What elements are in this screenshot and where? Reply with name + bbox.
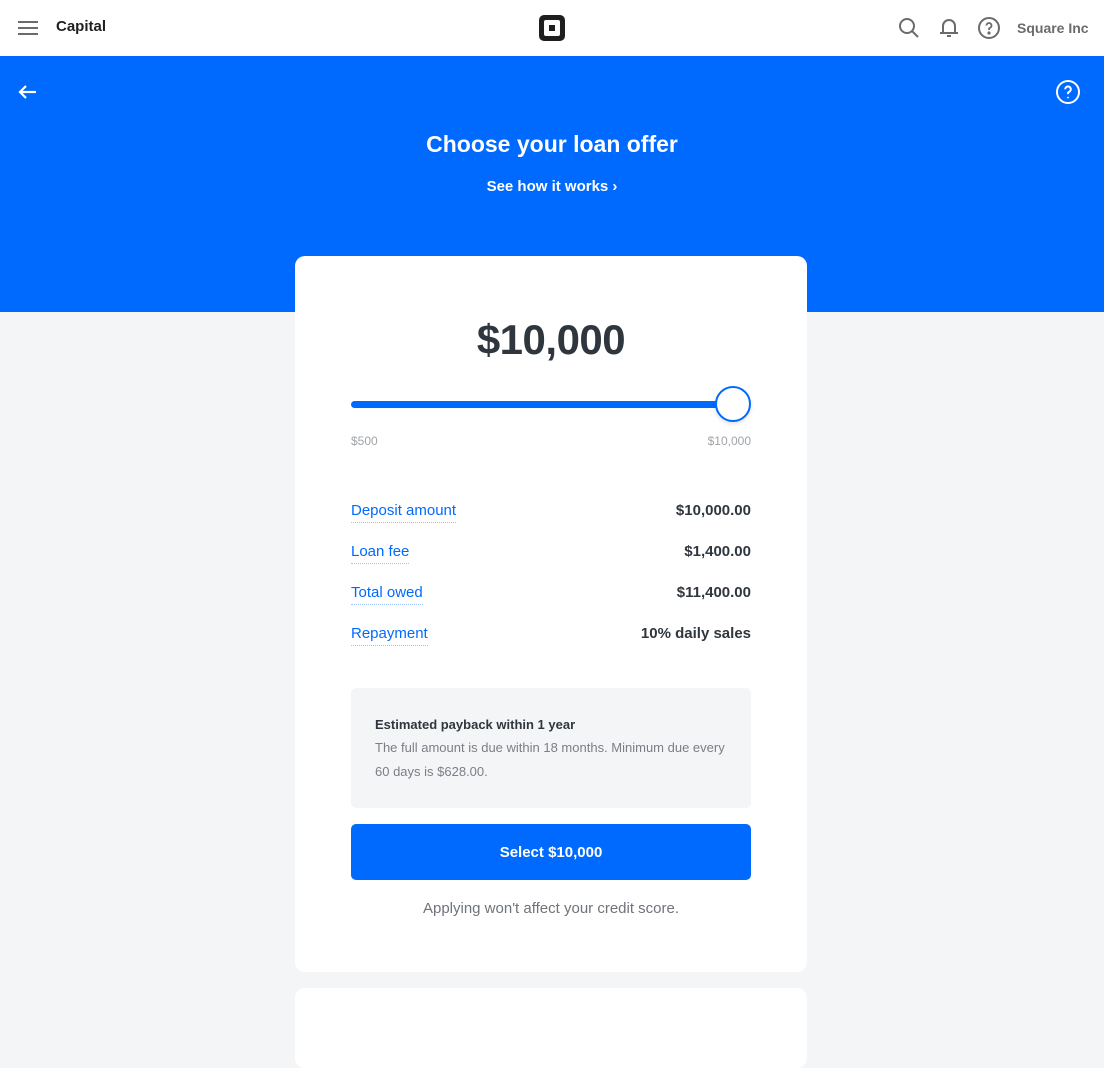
see-how-it-works-link[interactable]: See how it works › xyxy=(0,178,1104,195)
amount-slider[interactable] xyxy=(351,386,751,422)
help-icon[interactable] xyxy=(977,16,1001,40)
credit-score-disclaimer: Applying won't affect your credit score. xyxy=(422,900,680,917)
repayment-value: 10% daily sales xyxy=(640,625,751,642)
detail-row-deposit-amount: Deposit amount $10,000.00 xyxy=(351,502,751,543)
select-offer-button[interactable]: Select $10,000 xyxy=(351,824,751,880)
page-title: Choose your loan offer xyxy=(426,131,678,157)
detail-row-loan-fee: Loan fee $1,400.00 xyxy=(351,543,751,584)
hamburger-line xyxy=(18,27,38,29)
detail-row-total-owed: Total owed $11,400.00 xyxy=(351,584,751,625)
search-icon[interactable] xyxy=(897,16,921,40)
bell-icon[interactable] xyxy=(937,16,961,40)
loan-offer-card: $10,000 $500 $10,000 Deposit amount $10,… xyxy=(295,256,807,972)
hamburger-line xyxy=(18,21,38,23)
slider-thumb[interactable] xyxy=(715,386,751,422)
deposit-amount-label[interactable]: Deposit amount xyxy=(351,502,457,523)
payback-info-body: The full amount is due within 18 months.… xyxy=(375,740,725,779)
selected-amount: $10,000 xyxy=(476,316,626,363)
hamburger-line xyxy=(18,33,38,35)
detail-row-repayment: Repayment 10% daily sales xyxy=(351,625,751,666)
hamburger-menu-icon[interactable] xyxy=(18,20,38,36)
arrow-left-icon[interactable] xyxy=(16,80,40,104)
total-owed-value: $11,400.00 xyxy=(676,584,751,601)
account-name[interactable]: Square Inc xyxy=(1017,20,1089,36)
slider-track-fill xyxy=(351,401,733,408)
top-nav-bar: Capital Square Inc xyxy=(0,0,1104,56)
app-title: Capital xyxy=(56,18,107,35)
total-owed-label[interactable]: Total owed xyxy=(351,584,423,605)
loan-fee-value: $1,400.00 xyxy=(684,543,751,560)
loan-details: Deposit amount $10,000.00 Loan fee $1,40… xyxy=(351,502,751,666)
slider-min-label: $500 xyxy=(351,434,378,448)
help-circle-icon[interactable] xyxy=(1055,79,1081,105)
payback-info-title: Estimated payback within 1 year xyxy=(375,717,576,732)
loan-fee-label[interactable]: Loan fee xyxy=(351,543,410,564)
deposit-amount-value: $10,000.00 xyxy=(675,502,751,519)
square-logo-icon[interactable] xyxy=(539,15,565,41)
repayment-label[interactable]: Repayment xyxy=(351,625,428,646)
payback-info-box: Estimated payback within 1 year The full… xyxy=(351,688,751,808)
secondary-card xyxy=(295,988,807,1068)
slider-max-label: $10,000 xyxy=(707,434,751,448)
